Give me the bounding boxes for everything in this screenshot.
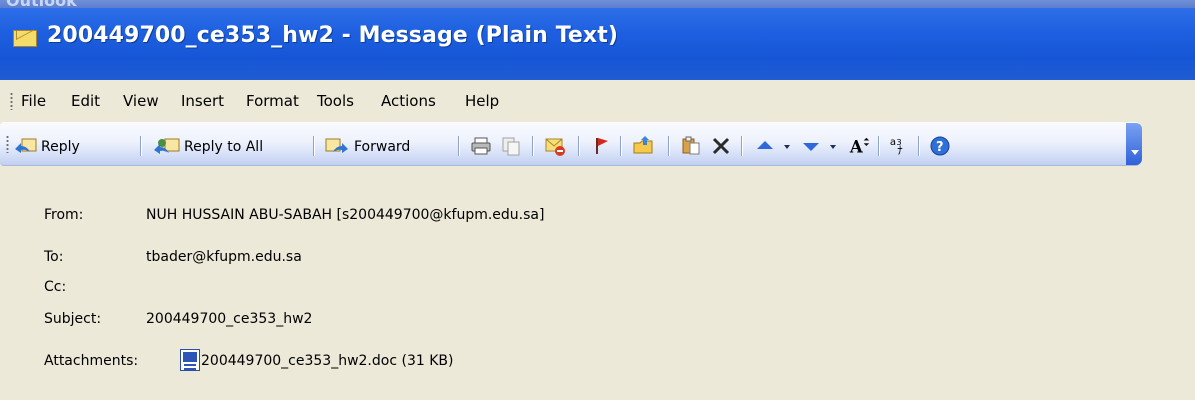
toolbar-grip-handle[interactable] bbox=[6, 135, 9, 153]
toolbar-separator bbox=[578, 136, 579, 156]
move-to-folder-icon[interactable] bbox=[632, 135, 654, 157]
toolbar-separator bbox=[532, 136, 533, 156]
background-app-title: Outlook bbox=[6, 0, 77, 8]
menu-insert[interactable]: Insert bbox=[181, 92, 224, 110]
to-label: To: bbox=[44, 249, 64, 265]
toolbar-separator bbox=[140, 136, 141, 156]
forward-icon bbox=[325, 138, 348, 153]
window-title: 200449700_ce353_hw2 - Message (Plain Tex… bbox=[47, 23, 618, 48]
copy-icon[interactable] bbox=[500, 135, 522, 157]
title-bar[interactable]: 200449700_ce353_hw2 - Message (Plain Tex… bbox=[0, 8, 1195, 80]
reply-label: Reply bbox=[41, 139, 80, 155]
flag-icon[interactable] bbox=[590, 135, 612, 157]
subject-value: 200449700_ce353_hw2 bbox=[146, 311, 313, 327]
subject-label: Subject: bbox=[44, 311, 102, 327]
toolbar-options-chevron[interactable] bbox=[1126, 123, 1142, 165]
menu-edit[interactable]: Edit bbox=[71, 92, 100, 110]
envelope-icon bbox=[13, 30, 37, 47]
delete-mail-icon[interactable] bbox=[544, 135, 566, 157]
menu-bar: File Edit View Insert Format Tools Actio… bbox=[0, 80, 1195, 122]
menu-help[interactable]: Help bbox=[465, 92, 499, 110]
forward-label: Forward bbox=[354, 139, 411, 155]
toolbar-separator bbox=[458, 136, 459, 156]
chevron-down-icon[interactable] bbox=[822, 135, 844, 157]
print-icon[interactable] bbox=[470, 135, 492, 157]
menu-view[interactable]: View bbox=[123, 92, 159, 110]
menu-grip-handle[interactable] bbox=[10, 92, 13, 110]
svg-text:a: a bbox=[890, 137, 896, 148]
word-doc-icon[interactable] bbox=[180, 349, 200, 371]
toolbar-separator bbox=[878, 136, 879, 156]
paste-icon[interactable] bbox=[680, 135, 702, 157]
chevron-down-icon[interactable] bbox=[776, 135, 798, 157]
reply-all-button[interactable]: Reply to All bbox=[152, 136, 263, 158]
cc-label: Cc: bbox=[44, 279, 67, 295]
from-label: From: bbox=[44, 207, 84, 223]
menu-tools[interactable]: Tools bbox=[317, 92, 354, 110]
attachment-file-link[interactable]: 200449700_ce353_hw2.doc (31 KB) bbox=[201, 353, 453, 369]
menu-actions[interactable]: Actions bbox=[381, 92, 436, 110]
delete-x-icon[interactable] bbox=[710, 135, 732, 157]
help-icon[interactable]: ? bbox=[929, 135, 951, 157]
menu-format[interactable]: Format bbox=[246, 92, 299, 110]
attachments-label: Attachments: bbox=[44, 353, 139, 369]
toolbar-separator bbox=[668, 136, 669, 156]
menu-file[interactable]: File bbox=[21, 92, 46, 110]
toolbar-separator bbox=[741, 136, 742, 156]
reply-all-label: Reply to All bbox=[184, 139, 264, 155]
encoding-icon[interactable]: a 3 ﾅ bbox=[889, 135, 911, 157]
svg-text:ﾅ: ﾅ bbox=[897, 144, 903, 157]
background-window-strip: Outlook bbox=[0, 0, 1195, 8]
toolbar-separator bbox=[620, 136, 621, 156]
reply-all-icon bbox=[154, 138, 180, 154]
font-size-icon[interactable]: A bbox=[849, 135, 871, 157]
next-item-icon[interactable] bbox=[800, 135, 822, 157]
svg-text:A: A bbox=[849, 137, 863, 156]
previous-item-icon[interactable] bbox=[754, 135, 776, 157]
from-value[interactable]: NUH HUSSAIN ABU-SABAH [s200449700@kfupm.… bbox=[146, 207, 544, 223]
forward-button[interactable]: Forward bbox=[324, 136, 410, 158]
standard-toolbar: Reply Reply to All Forward A a 3 ﾅ ? bbox=[0, 122, 1140, 166]
toolbar-separator bbox=[918, 136, 919, 156]
reply-button[interactable]: Reply bbox=[13, 136, 80, 158]
reply-icon bbox=[15, 138, 37, 153]
svg-text:?: ? bbox=[936, 140, 944, 155]
to-value[interactable]: tbader@kfupm.edu.sa bbox=[146, 249, 302, 265]
toolbar-separator bbox=[313, 136, 314, 156]
